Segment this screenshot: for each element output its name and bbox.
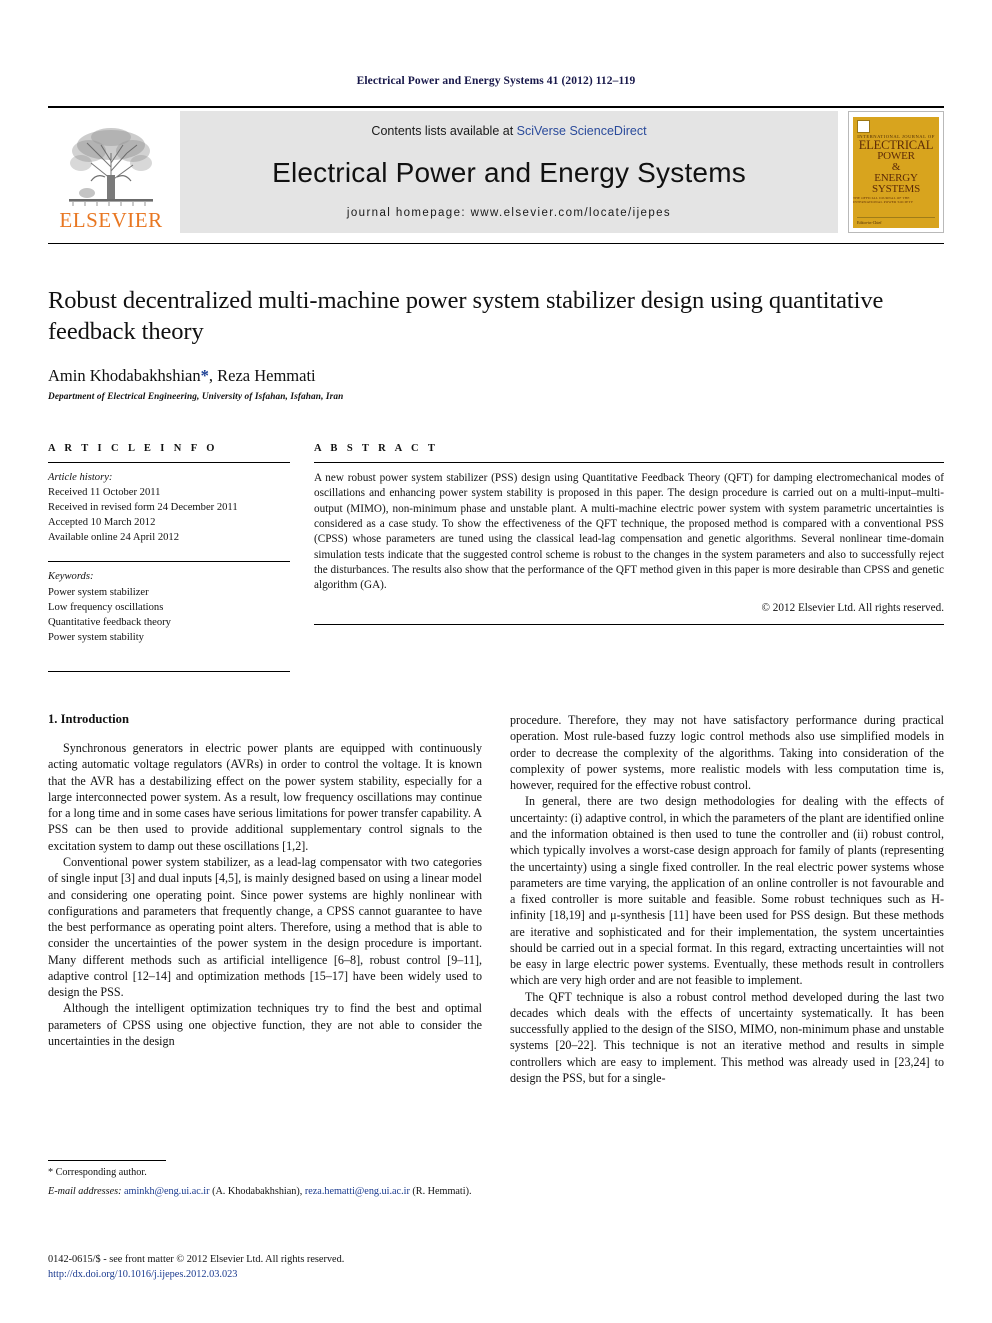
- journal-homepage[interactable]: journal homepage: www.elsevier.com/locat…: [347, 207, 671, 219]
- email-link-2[interactable]: reza.hematti@eng.ui.ac.ir: [305, 1186, 410, 1197]
- keywords-label: Keywords:: [48, 571, 94, 583]
- masthead-bottom-rule: [48, 243, 944, 244]
- section-heading-introduction: 1. Introduction: [48, 712, 129, 727]
- elsevier-tree-icon: [69, 128, 153, 206]
- abstract-text: A new robust power system stabilizer (PS…: [314, 471, 944, 592]
- journal-masthead: ELSEVIER Contents lists available at Sci…: [48, 111, 944, 233]
- article-history-label: Article history:: [48, 471, 113, 483]
- body-column-left: 1. Introduction Synchronous generators i…: [48, 712, 482, 1086]
- cover-subline: THE OFFICIAL JOURNAL OF THE INTERNATIONA…: [853, 196, 914, 205]
- cover-footer: Editor-in-Chief: [857, 217, 935, 225]
- email-owner-2: (R. Hemmati).: [412, 1185, 472, 1197]
- keyword-item: Quantitative feedback theory: [48, 616, 171, 628]
- body-two-column-region: 1. Introduction Synchronous generators i…: [48, 712, 944, 1086]
- abstract-heading: A B S T R A C T: [314, 442, 439, 454]
- journal-cover-thumbnail: INTERNATIONAL JOURNAL OF ELECTRICAL POWE…: [848, 111, 944, 233]
- history-item: Received in revised form 24 December 201…: [48, 502, 238, 513]
- email-owner-1: (A. Khodabakhshian),: [212, 1185, 303, 1197]
- journal-title: Electrical Power and Energy Systems: [272, 156, 746, 188]
- email-addresses-note: E-mail addresses: aminkh@eng.ui.ac.ir (A…: [48, 1185, 472, 1199]
- keyword-item: Power system stability: [48, 631, 144, 643]
- author-secondary: , Reza Hemmati: [208, 365, 316, 385]
- keyword-item: Low frequency oscillations: [48, 601, 164, 613]
- paragraph: Although the intelligent optimization te…: [48, 1001, 482, 1048]
- footnote-area: * Corresponding author. E-mail addresses…: [48, 1160, 472, 1198]
- footnote-rule: [48, 1160, 166, 1161]
- running-head: Electrical Power and Energy Systems 41 (…: [356, 75, 636, 87]
- article-info-column: A R T I C L E I N F O Article history: R…: [48, 442, 314, 673]
- paragraph: Synchronous generators in electric power…: [48, 741, 482, 853]
- author-primary: Amin Khodabakhshian: [48, 365, 201, 385]
- masthead-top-rule: [48, 106, 944, 108]
- keywords-block: Keywords: Power system stabilizer Low fr…: [48, 569, 290, 645]
- copyright-line: © 2012 Elsevier Ltd. All rights reserved…: [761, 601, 945, 614]
- article-info-rule: [48, 461, 290, 463]
- article-info-heading: A R T I C L E I N F O: [48, 442, 218, 454]
- contents-list-line: Contents lists available at SciVerse Sci…: [371, 124, 646, 138]
- email-link-1[interactable]: aminkh@eng.ui.ac.ir: [124, 1186, 209, 1197]
- article-history-block: Article history: Received 11 October 201…: [48, 470, 290, 546]
- abstract-bottom-rule: [314, 623, 944, 625]
- cover-badge-icon: [857, 120, 870, 133]
- history-item: Received 11 October 2011: [48, 486, 161, 498]
- cover-line-4: ENERGY: [874, 171, 918, 184]
- paragraph: In general, there are two design methodo…: [510, 794, 944, 988]
- cover-line-5: SYSTEMS: [871, 182, 921, 195]
- info-abstract-region: A R T I C L E I N F O Article history: R…: [48, 442, 944, 673]
- journal-band: Contents lists available at SciVerse Sci…: [180, 111, 838, 233]
- paper-page: Electrical Power and Energy Systems 41 (…: [0, 0, 992, 1323]
- elsevier-wordmark: ELSEVIER: [59, 208, 163, 232]
- doi-link[interactable]: http://dx.doi.org/10.1016/j.ijepes.2012.…: [48, 1268, 508, 1283]
- corresponding-author-note: * Corresponding author.: [48, 1167, 147, 1178]
- body-column-right: procedure. Therefore, they may not have …: [510, 712, 944, 1086]
- keyword-item: Power system stabilizer: [48, 586, 149, 598]
- front-matter-block: 0142-0615/$ - see front matter © 2012 El…: [48, 1253, 508, 1282]
- keywords-top-rule: [48, 561, 290, 563]
- elsevier-logo: ELSEVIER: [48, 111, 174, 233]
- abstract-rule: [314, 461, 944, 463]
- sciencedirect-link[interactable]: SciVerse ScienceDirect: [517, 124, 647, 138]
- author-list: Amin Khodabakhshian*, Reza Hemmati: [48, 366, 944, 386]
- history-item: Accepted 10 March 2012: [48, 517, 156, 529]
- page-title: Robust decentralized multi-machine power…: [48, 287, 884, 345]
- email-label: E-mail addresses:: [48, 1185, 122, 1197]
- affiliation: Department of Electrical Engineering, Un…: [48, 391, 344, 402]
- paragraph: Conventional power system stabilizer, as…: [48, 854, 482, 1000]
- corresponding-author-marker: *: [200, 365, 209, 385]
- contents-prefix: Contents lists available at: [371, 124, 517, 138]
- article-info-bottom-rule: [48, 671, 290, 673]
- paragraph: procedure. Therefore, they may not have …: [510, 713, 944, 793]
- cover-artwork: INTERNATIONAL JOURNAL OF ELECTRICAL POWE…: [853, 117, 939, 228]
- paragraph: The QFT technique is also a robust contr…: [510, 989, 944, 1085]
- issn-front-matter: 0142-0615/$ - see front matter © 2012 El…: [48, 1254, 345, 1265]
- history-item: Available online 24 April 2012: [48, 532, 180, 544]
- abstract-column: A B S T R A C T A new robust power syste…: [314, 443, 944, 672]
